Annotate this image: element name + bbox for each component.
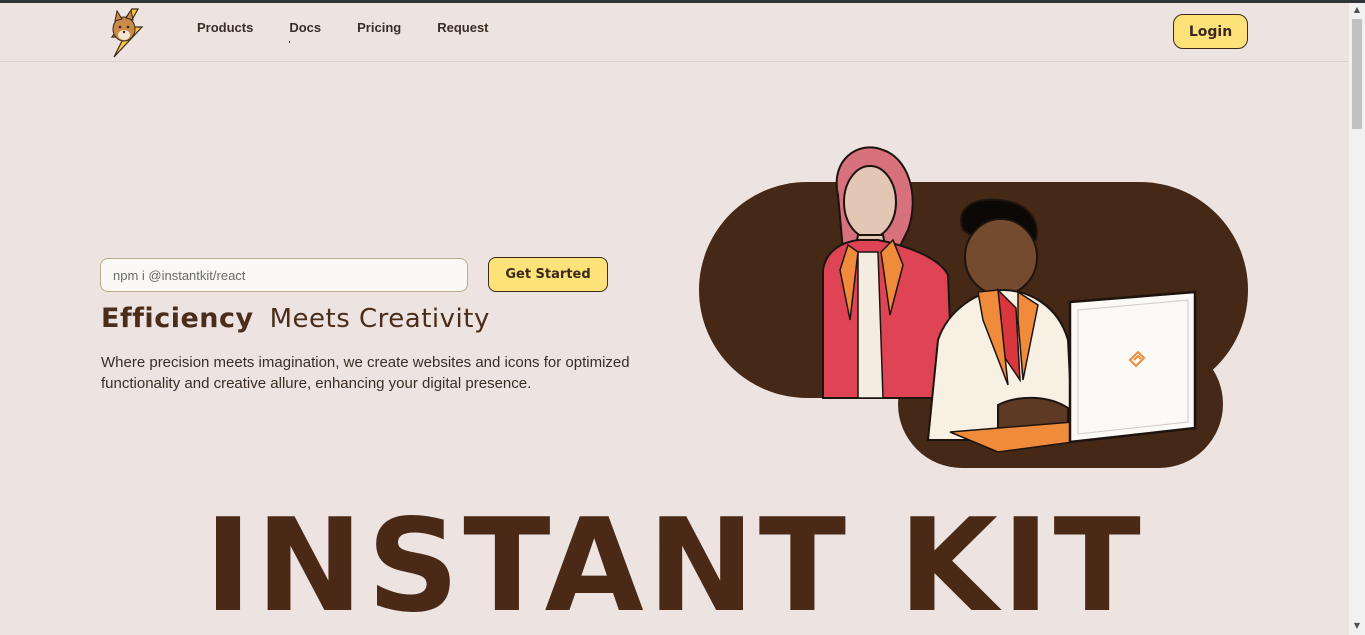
navbar: Products Docs Pricing Request Login <box>0 3 1349 62</box>
main-nav: Products Docs Pricing Request <box>197 20 525 43</box>
nav-pricing-link[interactable]: Pricing <box>357 20 401 35</box>
people-at-computer-illustration <box>699 146 1248 468</box>
page-scrollbar[interactable]: ▲ ▼ <box>1349 3 1365 635</box>
headline-bold: Efficiency <box>101 303 254 334</box>
nav-products-link[interactable]: Products <box>197 20 253 35</box>
get-started-button[interactable]: Get Started <box>488 257 608 292</box>
scroll-down-arrow-icon[interactable]: ▼ <box>1352 621 1362 631</box>
nav-request-link[interactable]: Request <box>437 20 488 35</box>
scroll-thumb[interactable] <box>1352 19 1362 129</box>
fox-lightning-logo-icon[interactable] <box>104 7 148 59</box>
nav-docs-link[interactable]: Docs <box>289 20 321 43</box>
hero-description: Where precision meets imagination, we cr… <box>101 354 630 392</box>
login-button[interactable]: Login <box>1173 14 1248 49</box>
instant-kit-wordmark: INSTANT KIT <box>204 492 1145 635</box>
scroll-up-arrow-icon[interactable]: ▲ <box>1352 5 1362 15</box>
hero-headline: Efficiency Meets Creativity <box>101 303 490 334</box>
install-command-input[interactable] <box>100 258 468 292</box>
headline-rest: Meets Creativity <box>269 304 490 334</box>
